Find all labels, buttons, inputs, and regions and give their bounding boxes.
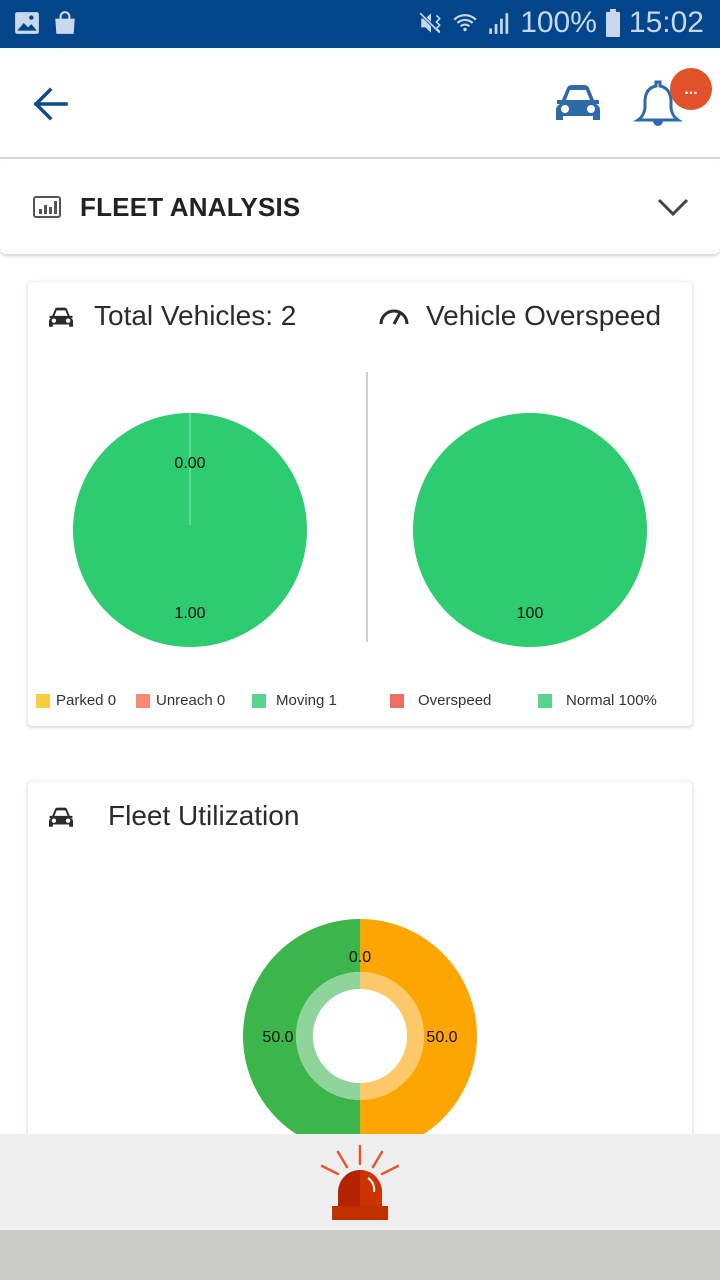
donut-data-label: 0.0	[349, 949, 371, 966]
fleet-utilization-title: Fleet Utilization	[108, 800, 300, 831]
siren-alert-icon[interactable]	[318, 1142, 402, 1222]
donut-hole	[313, 989, 407, 1083]
bar-chart-icon	[33, 196, 61, 218]
notification-badge[interactable]: ...	[670, 68, 712, 110]
app-bar-divider	[0, 157, 720, 159]
app-bar	[0, 48, 720, 158]
section-title: FLEET ANALYSIS	[80, 192, 301, 222]
total-vehicles-pie-chart: 0.00 1.00	[73, 413, 307, 647]
image-icon	[15, 12, 39, 34]
donut-data-label: 50.0	[262, 1029, 293, 1046]
legend-swatch-normal	[538, 693, 552, 708]
legend-item-parked: Parked 0	[36, 692, 116, 709]
car-icon[interactable]	[552, 82, 604, 126]
legend-item-overspeed: Overspeed	[390, 692, 491, 709]
speedometer-icon	[379, 309, 409, 325]
system-nav-bar	[0, 1230, 720, 1280]
donut-data-label: 50.0	[426, 1029, 457, 1046]
legend-swatch-parked	[36, 693, 50, 708]
fleet-utilization-card: Fleet Utilization 0.0 50.0 50.0	[28, 782, 692, 1182]
chevron-down-icon[interactable]	[656, 196, 690, 218]
car-icon	[49, 807, 73, 827]
wifi-icon	[453, 14, 477, 32]
legend-swatch-moving	[252, 693, 266, 708]
chart-divider	[366, 372, 368, 642]
legend-label: Parked 0	[56, 692, 117, 709]
clock: 15:02	[628, 6, 704, 39]
vehicle-overspeed-title: Vehicle Overspeed	[426, 300, 662, 331]
legend-swatch-unreach	[136, 693, 150, 708]
battery-percent: 100%	[520, 6, 597, 39]
fleet-status-card: Total Vehicles: 2 Vehicle Overspeed 0.00…	[28, 282, 692, 726]
overspeed-pie-chart: 100	[413, 413, 647, 647]
fleet-analysis-header[interactable]: FLEET ANALYSIS	[0, 160, 720, 254]
legend-item-moving: Moving 1	[252, 692, 337, 709]
legend-item-normal: Normal 100%	[538, 692, 657, 709]
total-vehicles-title: Total Vehicles: 2	[94, 300, 297, 331]
footer-bar	[0, 1134, 720, 1230]
shopping-bag-icon	[55, 11, 75, 34]
pie-data-label: 100	[517, 605, 544, 622]
legend-label: Unreach 0	[156, 692, 226, 709]
legend-item-unreach: Unreach 0	[136, 692, 225, 709]
status-bar: 100% 15:02	[0, 0, 720, 48]
arrow-left-icon[interactable]	[30, 84, 74, 124]
legend-label: Moving 1	[276, 692, 337, 709]
signal-icon	[489, 13, 509, 34]
fleet-utilization-donut-chart: 0.0 50.0 50.0	[242, 919, 478, 1153]
legend-label: Overspeed	[418, 692, 492, 709]
legend-swatch-overspeed	[390, 693, 404, 708]
car-icon	[49, 307, 73, 327]
pie-data-label: 1.00	[174, 605, 205, 622]
pie-data-label: 0.00	[174, 455, 205, 472]
vibrate-mute-icon	[419, 12, 442, 34]
legend-label: Normal 100%	[566, 692, 657, 709]
battery-icon	[605, 9, 620, 37]
